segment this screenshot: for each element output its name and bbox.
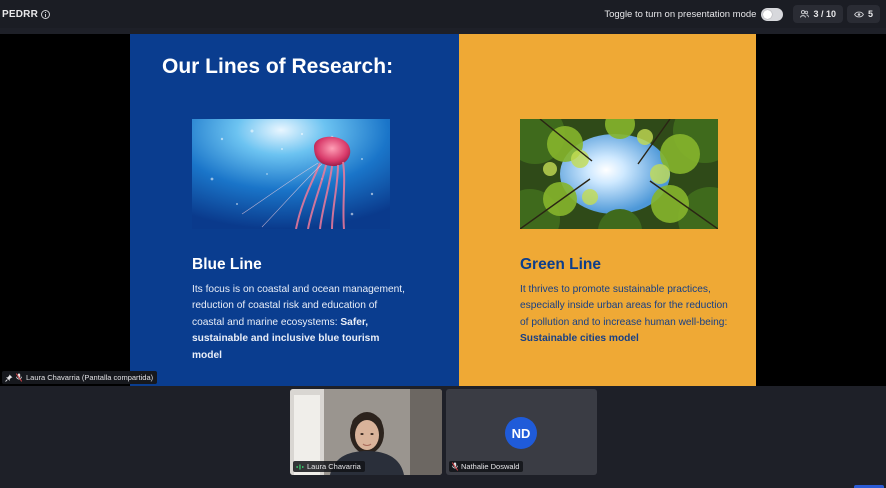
- participant-tile-nathalie[interactable]: ND Nathalie Doswald: [446, 389, 597, 475]
- presenter-name: Laura Chavarria (Pantalla compartida): [26, 373, 154, 382]
- slide-title: Our Lines of Research:: [162, 55, 394, 78]
- avatar: ND: [505, 417, 537, 449]
- presenter-tag: Laura Chavarria (Pantalla compartida): [2, 371, 158, 384]
- blue-line-description: Its focus is on coastal and ocean manage…: [192, 282, 407, 364]
- green-line-description: It thrives to promote sustainable practi…: [520, 282, 735, 348]
- blue-line-text: Its focus is on coastal and ocean manage…: [192, 284, 405, 328]
- presentation-mode-label: Toggle to turn on presentation mode: [604, 8, 757, 20]
- participant-name: Laura Chavarria: [307, 462, 361, 471]
- green-line-heading: Green Line: [520, 256, 601, 273]
- info-icon[interactable]: [41, 9, 51, 19]
- mic-muted-icon: [452, 462, 458, 471]
- room-name: PEDRR: [2, 8, 39, 20]
- green-line-text: It thrives to promote sustainable practi…: [520, 284, 728, 328]
- pin-icon[interactable]: [5, 374, 13, 382]
- green-line-highlight: Sustainable cities model: [520, 333, 639, 345]
- tile-name-tag: Nathalie Doswald: [449, 461, 524, 472]
- shared-screen: Our Lines of Research: Blue Line Its foc…: [0, 34, 886, 386]
- blue-line-heading: Blue Line: [192, 256, 262, 273]
- viewers-button[interactable]: 5: [846, 5, 880, 23]
- presentation-slide: Our Lines of Research: Blue Line Its foc…: [130, 34, 756, 386]
- tile-name-tag: Laura Chavarria: [293, 461, 365, 472]
- eye-icon: [854, 11, 864, 17]
- jellyfish-image: [192, 119, 390, 229]
- green-line-panel: Green Line It thrives to promote sustain…: [459, 34, 756, 386]
- speaking-indicator-icon: [296, 464, 304, 469]
- participants-button[interactable]: 3 / 10: [793, 5, 843, 23]
- participants-icon: [800, 10, 810, 18]
- participant-name: Nathalie Doswald: [461, 462, 520, 471]
- blue-line-panel: Our Lines of Research: Blue Line Its foc…: [130, 34, 459, 386]
- mic-muted-icon: [16, 373, 22, 382]
- participant-tile-laura[interactable]: Laura Chavarria: [290, 389, 442, 475]
- meeting-app: PEDRR Toggle to turn on presentation mod…: [0, 0, 886, 488]
- presentation-mode-toggle[interactable]: [761, 7, 784, 21]
- participants-count: 3 / 10: [813, 9, 836, 19]
- top-bar: PEDRR Toggle to turn on presentation mod…: [0, 0, 886, 28]
- viewers-count: 5: [867, 9, 873, 19]
- tree-canopy-image: [520, 119, 718, 229]
